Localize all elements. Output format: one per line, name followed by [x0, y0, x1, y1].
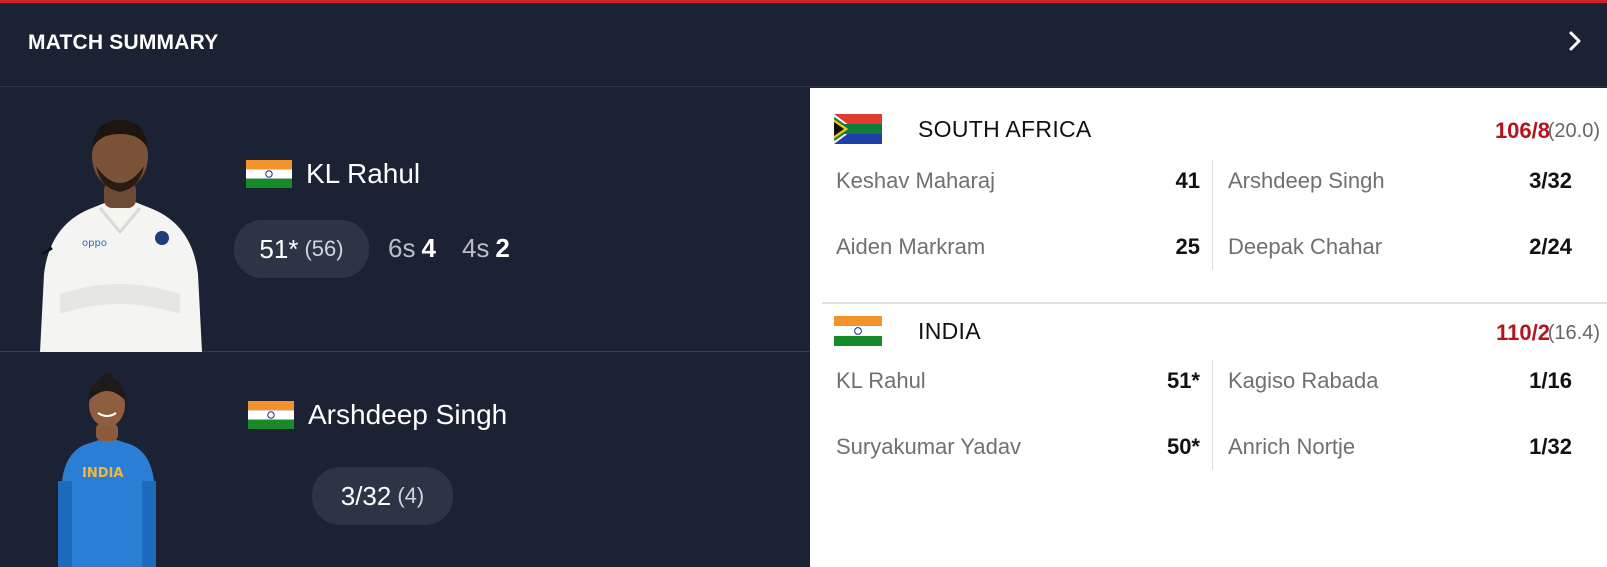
sixes-label: 6s	[388, 233, 416, 263]
team-name: SOUTH AFRICA	[918, 116, 1092, 142]
batter-name: KL Rahul	[836, 368, 926, 393]
batter-runs: 50*	[1166, 434, 1200, 459]
batter-runs: 25	[1175, 234, 1200, 259]
bowler-name: Anrich Nortje	[1228, 434, 1356, 459]
batter-name: Suryakumar Yadav	[836, 434, 1022, 459]
player-card-batter[interactable]: oppo KL Rahul 51* (56) 6s 4 4s 2	[0, 88, 810, 352]
player-card-bowler[interactable]: INDIA Arshdeep Singh 3/32 (4)	[0, 353, 810, 567]
bowler-figures: 1/16	[1529, 368, 1572, 393]
team-score: 110/2	[1496, 320, 1550, 345]
svg-text:oppo: oppo	[82, 238, 107, 249]
bowling-figures-pill: 3/32 (4)	[312, 467, 453, 525]
batter-runs: 51*	[1166, 368, 1200, 393]
bowler-figures: 3/32	[1529, 168, 1572, 193]
batting-score-pill: 51* (56)	[234, 220, 369, 278]
fours-label: 4s	[461, 233, 490, 263]
india-flag-icon	[248, 401, 294, 429]
bowler-figures: 2/24	[1529, 234, 1572, 259]
player-name: KL Rahul	[306, 158, 421, 189]
top-performers-panel: oppo KL Rahul 51* (56) 6s 4 4s 2 INDIA A…	[0, 88, 810, 567]
column-divider	[1212, 160, 1213, 270]
batter-name: Keshav Maharaj	[836, 168, 995, 193]
column-divider	[1212, 360, 1213, 470]
team-header: INDIA 110/2 (16.4)	[834, 314, 1600, 348]
page-title: MATCH SUMMARY	[28, 31, 219, 54]
match-summary-header[interactable]: MATCH SUMMARY	[0, 3, 1607, 87]
bowler-figures: 1/32	[1529, 434, 1572, 459]
player-name: Arshdeep Singh	[308, 399, 508, 430]
team-name: INDIA	[918, 318, 981, 344]
bowler-name: Arshdeep Singh	[1228, 168, 1385, 193]
team-overs: (20.0)	[1547, 120, 1600, 142]
svg-text:INDIA: INDIA	[82, 466, 123, 481]
innings-block[interactable]: INDIA 110/2 (16.4) KL Rahul 51* Suryakum…	[810, 304, 1607, 567]
team-score: 106/8	[1494, 118, 1550, 143]
team-header: SOUTH AFRICA 106/8 (20.0)	[834, 112, 1600, 146]
batter-runs: 41	[1175, 168, 1200, 193]
overs-value: (4)	[397, 483, 425, 508]
player-name-row: KL Rahul	[246, 158, 420, 190]
scorecard-panel: SOUTH AFRICA 106/8 (20.0) Keshav Maharaj…	[810, 88, 1607, 567]
batter-name: Aiden Markram	[836, 234, 986, 259]
player-name-row: Arshdeep Singh	[248, 399, 507, 431]
fours-value: 2	[495, 233, 510, 263]
india-flag-icon	[246, 160, 292, 188]
india-flag-icon	[834, 316, 882, 346]
player-photo: INDIA	[52, 371, 162, 567]
figures-value: 3/32	[340, 480, 392, 511]
bowler-name: Kagiso Rabada	[1228, 368, 1379, 393]
runs-value: 51*	[259, 233, 299, 264]
chevron-right-icon[interactable]	[1561, 27, 1589, 55]
sixes-value: 4	[421, 233, 436, 263]
balls-value: (56)	[304, 236, 344, 261]
boundaries-stats: 6s 4 4s 2	[388, 233, 510, 264]
south-africa-flag-icon	[834, 114, 882, 144]
team-overs: (16.4)	[1547, 322, 1600, 344]
bowler-name: Deepak Chahar	[1228, 234, 1383, 259]
innings-block[interactable]: SOUTH AFRICA 106/8 (20.0) Keshav Maharaj…	[810, 88, 1607, 303]
player-photo: oppo	[30, 104, 210, 352]
